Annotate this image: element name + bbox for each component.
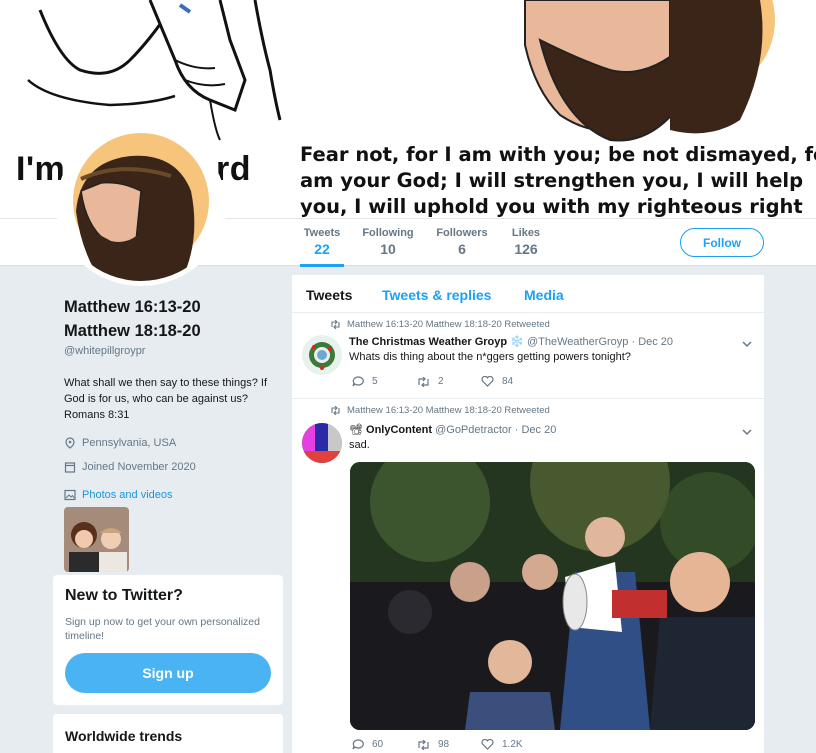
- tweet-text: Whats dis thing about the n*ggers gettin…: [349, 351, 631, 363]
- stat-following[interactable]: Following 10: [360, 227, 416, 257]
- stat-value: 22: [314, 241, 330, 257]
- trends-title: Worldwide trends: [65, 728, 183, 744]
- signup-text: Sign up now to get your own personalized…: [65, 616, 260, 642]
- tweet-avatar[interactable]: [302, 335, 342, 375]
- tweet-text: sad.: [349, 439, 370, 451]
- location-pin-icon: [65, 437, 75, 449]
- tweet-author-name[interactable]: The Christmas Weather Groyp: [349, 336, 507, 348]
- photos-videos-label: Photos and videos: [82, 489, 173, 501]
- stat-label: Followers: [436, 227, 488, 239]
- retweet-label: Matthew 16:13-20 Matthew 18:18-20 Retwee…: [347, 405, 550, 416]
- profile-joined: Joined November 2020: [64, 461, 284, 473]
- retweet-button[interactable]: 98: [417, 739, 481, 750]
- signup-card: New to Twitter? Sign up now to get your …: [53, 575, 283, 705]
- retweet-indicator: Matthew 16:13-20 Matthew 18:18-20 Retwee…: [330, 405, 550, 416]
- reply-button[interactable]: 60: [352, 739, 417, 750]
- photos-videos-link[interactable]: Photos and videos: [64, 489, 284, 501]
- reply-count: 60: [372, 739, 384, 750]
- tweet-avatar[interactable]: [302, 423, 342, 463]
- profile-name-line1: Matthew 16:13-20: [64, 298, 201, 316]
- projector-icon: 📽: [349, 424, 363, 436]
- retweet-icon: [331, 320, 340, 329]
- chevron-down-icon[interactable]: [742, 427, 752, 437]
- heart-icon: [481, 739, 494, 750]
- tweet-actions: 5 2 84: [352, 376, 546, 387]
- tab-media[interactable]: Media: [524, 287, 564, 303]
- location-text: Pennsylvania, USA: [82, 437, 177, 449]
- tweet-header: 📽 OnlyContent @GoPdetractor · Dec 20: [349, 423, 556, 436]
- stat-tweets[interactable]: Tweets 22: [300, 227, 344, 267]
- tweet[interactable]: Matthew 16:13-20 Matthew 18:18-20 Retwee…: [292, 313, 764, 399]
- banner-quote: Fear not, for I am with you; be not dism…: [300, 142, 816, 218]
- tweet-photo[interactable]: [350, 462, 755, 730]
- trends-card: Worldwide trends: [53, 714, 283, 753]
- snowflake-icon: ❄️: [510, 336, 524, 348]
- tweet-date[interactable]: · Dec 20: [631, 336, 673, 348]
- profile-avatar[interactable]: [56, 126, 226, 286]
- retweet-count: 2: [438, 376, 444, 387]
- reply-count: 5: [372, 376, 378, 387]
- profile-card: Matthew 16:13-20 Matthew 18:18-20 @white…: [64, 295, 284, 572]
- tweet-header: The Christmas Weather Groyp ❄️ @TheWeath…: [349, 335, 673, 348]
- joined-text: Joined November 2020: [82, 461, 196, 473]
- chevron-down-icon[interactable]: [742, 339, 752, 349]
- signup-title: New to Twitter?: [65, 587, 183, 604]
- timeline-tabs: Tweets Tweets & replies Media: [292, 275, 764, 313]
- media-thumbnail[interactable]: [64, 507, 129, 572]
- retweet-icon: [331, 406, 340, 415]
- tweet-author-name[interactable]: OnlyContent: [366, 424, 432, 436]
- retweet-count: 98: [438, 739, 450, 750]
- signup-button[interactable]: Sign up: [65, 653, 271, 693]
- like-count: 84: [502, 376, 514, 387]
- tweet-author-handle[interactable]: @GoPdetractor: [435, 424, 512, 436]
- stat-followers[interactable]: Followers 6: [434, 227, 490, 257]
- timeline: Tweets Tweets & replies Media Matthew 16…: [292, 275, 764, 753]
- tweet[interactable]: Matthew 16:13-20 Matthew 18:18-20 Retwee…: [292, 399, 764, 753]
- stat-label: Following: [362, 227, 414, 239]
- calendar-icon: [64, 462, 76, 473]
- profile-handle[interactable]: @whitepillgroypr: [64, 345, 284, 357]
- profile-name-line2: Matthew 18:18-20: [64, 322, 201, 340]
- heart-icon: [481, 376, 494, 387]
- banner-quote-line: you, I will uphold you with my righteous…: [300, 195, 803, 218]
- profile-bio: What shall we then say to these things? …: [64, 377, 268, 421]
- follow-button[interactable]: Follow: [680, 228, 764, 257]
- like-count: 1.2K: [502, 739, 523, 750]
- reply-button[interactable]: 5: [352, 376, 417, 387]
- retweet-button[interactable]: 2: [417, 376, 481, 387]
- retweet-icon: [418, 376, 429, 387]
- banner-quote-line: am your God; I will strengthen you, I wi…: [300, 169, 804, 192]
- like-button[interactable]: 84: [481, 376, 546, 387]
- stat-label: Likes: [511, 227, 541, 239]
- stat-value: 126: [514, 241, 538, 257]
- retweet-icon: [418, 739, 429, 750]
- banner-caption-start: I'm: [16, 150, 66, 188]
- stat-label: Tweets: [303, 227, 341, 239]
- reply-icon: [352, 376, 364, 387]
- stat-value: 10: [380, 241, 396, 257]
- banner-caption-left: I'm rd: [16, 150, 251, 189]
- stat-value: 6: [458, 241, 466, 257]
- reply-icon: [352, 739, 364, 750]
- image-icon: [64, 489, 76, 501]
- tab-tweets[interactable]: Tweets: [306, 287, 352, 303]
- tweet-author-handle[interactable]: @TheWeatherGroyp: [527, 336, 628, 348]
- tweet-actions: 60 98 1.2K: [352, 739, 546, 750]
- retweet-indicator: Matthew 16:13-20 Matthew 18:18-20 Retwee…: [330, 319, 550, 330]
- retweet-label: Matthew 16:13-20 Matthew 18:18-20 Retwee…: [347, 319, 550, 330]
- tweet-date[interactable]: · Dec 20: [515, 424, 557, 436]
- tab-tweets-replies[interactable]: Tweets & replies: [382, 287, 491, 303]
- profile-location: Pennsylvania, USA: [64, 437, 284, 449]
- like-button[interactable]: 1.2K: [481, 739, 546, 750]
- banner-quote-line: Fear not, for I am with you; be not dism…: [300, 143, 816, 166]
- stat-likes[interactable]: Likes 126: [508, 227, 544, 257]
